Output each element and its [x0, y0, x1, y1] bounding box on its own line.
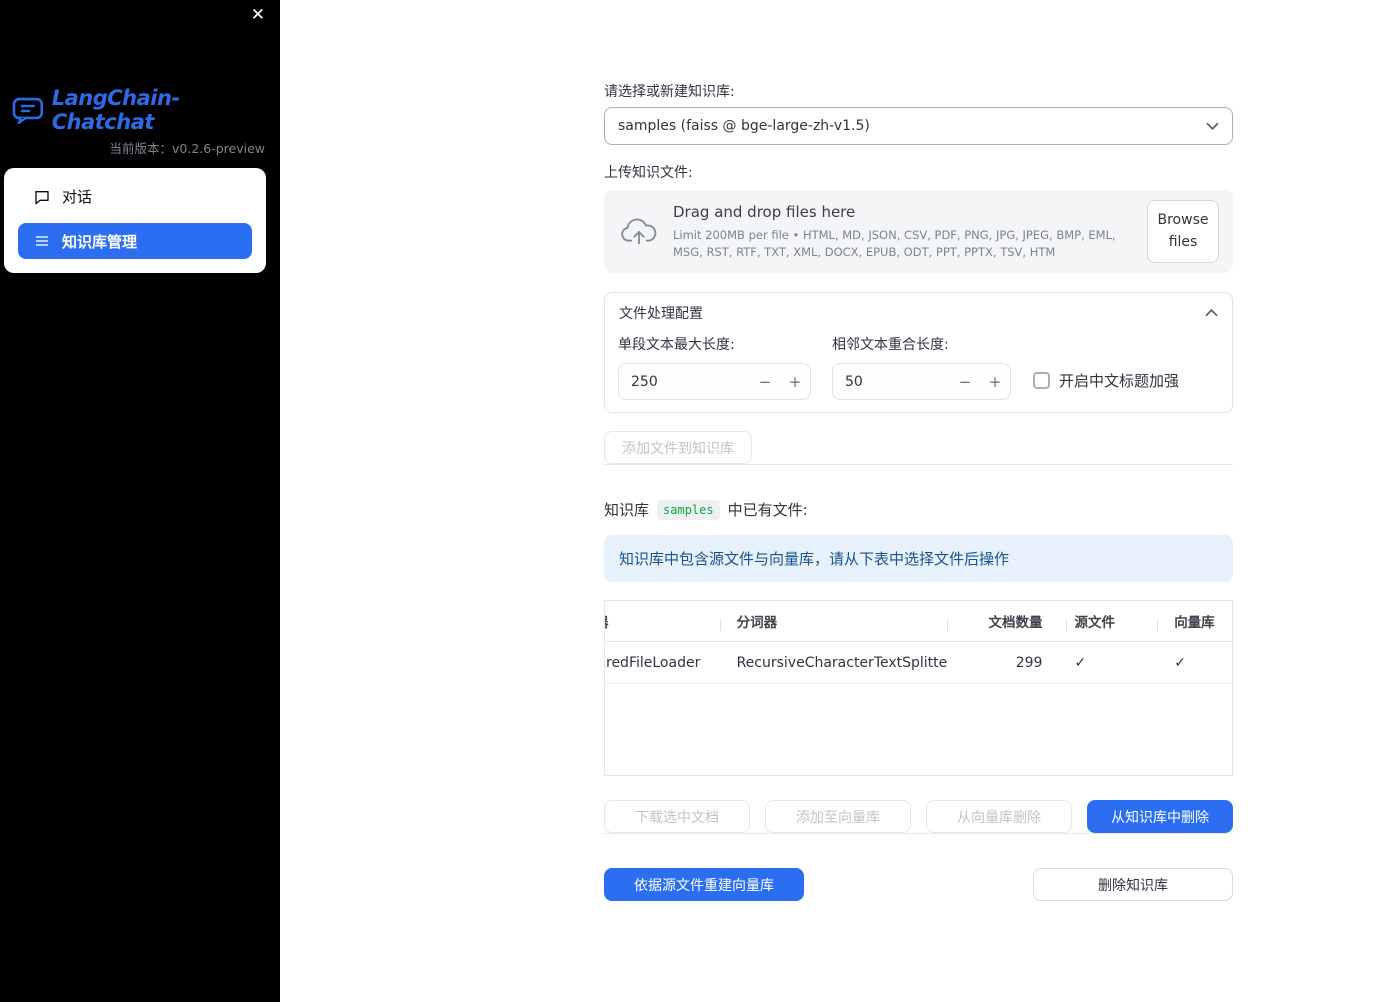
overlap-length-label: 相邻文本重合长度:	[832, 337, 949, 353]
chat-bubble-icon	[34, 189, 50, 205]
zh-title-enhance-checkbox[interactable]: 开启中文标题加强	[1033, 370, 1179, 391]
sidebar-item-label: 对话	[62, 188, 93, 206]
knowledge-base-icon	[34, 233, 50, 249]
overlap-length-group: 相邻文本重合长度: 50 − +	[832, 335, 1011, 400]
expander-title: 文件处理配置	[619, 306, 703, 322]
chevron-down-icon	[1206, 122, 1219, 130]
header-splitter[interactable]: 分词器	[719, 611, 947, 631]
files-table: 器 分词器 文档数量 源文件 向量库 redFileLoader Recursi…	[604, 600, 1233, 776]
cell-doc-count: 299	[1015, 654, 1043, 671]
kb-select-label: 请选择或新建知识库:	[604, 84, 735, 100]
dropzone-title: Drag and drop files here	[673, 202, 856, 221]
kb-bottom-actions: 依据源文件重建向量库 删除知识库	[604, 868, 1233, 901]
file-dropzone[interactable]: Drag and drop files here Limit 200MB per…	[604, 190, 1233, 273]
file-config-expander: 文件处理配置 单段文本最大长度: 250 − + 相邻文本重合长度: 50 − …	[604, 292, 1233, 413]
close-sidebar-icon[interactable]: ✕	[251, 7, 265, 24]
rebuild-vector-store-button[interactable]: 依据源文件重建向量库	[604, 868, 804, 901]
divider	[604, 464, 1233, 465]
delete-from-kb-button[interactable]: 从知识库中删除	[1087, 800, 1233, 833]
download-selected-button[interactable]: 下载选中文档	[604, 800, 750, 833]
overlap-length-stepper[interactable]: 50 − +	[832, 363, 1011, 400]
chevron-up-icon	[1205, 309, 1218, 317]
sidebar-menu: 对话 知识库管理	[4, 168, 266, 273]
file-actions: 下载选中文档 添加至向量库 从向量库删除 从知识库中删除	[604, 800, 1233, 833]
header-vector-store[interactable]: 向量库	[1157, 611, 1232, 631]
sidebar: ✕ LangChain-Chatchat 当前版本：v0.2.6-preview…	[0, 0, 280, 1002]
checkbox-icon[interactable]	[1033, 372, 1050, 389]
kb-select[interactable]: samples (faiss @ bge-large-zh-v1.5)	[604, 107, 1233, 145]
header-doc-count[interactable]: 文档数量	[946, 611, 1067, 631]
header-source-file[interactable]: 源文件	[1066, 611, 1157, 631]
upload-label: 上传知识文件:	[604, 165, 693, 181]
overlap-length-value[interactable]: 50	[833, 374, 950, 390]
cell-vector-store-check: ✓	[1174, 654, 1186, 671]
logo-chat-icon	[12, 97, 44, 124]
max-length-value[interactable]: 250	[619, 374, 750, 390]
max-length-group: 单段文本最大长度: 250 − +	[618, 335, 811, 400]
sidebar-item-dialogue[interactable]: 对话	[18, 178, 252, 215]
minus-button[interactable]: −	[750, 373, 780, 391]
kb-name-code: samples	[657, 499, 720, 520]
sidebar-item-label: 知识库管理	[62, 232, 138, 251]
max-length-stepper[interactable]: 250 − +	[618, 363, 811, 400]
add-to-vector-store-button[interactable]: 添加至向量库	[765, 800, 911, 833]
sidebar-item-kb-management[interactable]: 知识库管理	[18, 223, 252, 259]
expander-body: 单段文本最大长度: 250 − + 相邻文本重合长度: 50 − + 开启中文标…	[605, 333, 1232, 412]
dropzone-text: Drag and drop files here Limit 200MB per…	[673, 203, 1132, 260]
cell-splitter: RecursiveCharacterTextSplitter	[736, 654, 947, 671]
cell-loader: redFileLoader	[606, 654, 701, 671]
cell-source-file-check: ✓	[1074, 654, 1087, 671]
table-row[interactable]: redFileLoader RecursiveCharacterTextSpli…	[605, 642, 1232, 684]
main-area: 请选择或新建知识库: samples (faiss @ bge-large-zh…	[280, 0, 1380, 1002]
kb-select-value: samples (faiss @ bge-large-zh-v1.5)	[618, 118, 870, 134]
info-banner: 知识库中包含源文件与向量库，请从下表中选择文件后操作	[604, 535, 1233, 582]
plus-button[interactable]: +	[980, 373, 1010, 391]
logo-text: LangChain-Chatchat	[51, 86, 180, 134]
app-logo: LangChain-Chatchat	[12, 86, 280, 134]
expander-header[interactable]: 文件处理配置	[605, 293, 1232, 333]
table-header: 器 分词器 文档数量 源文件 向量库	[605, 601, 1232, 642]
minus-button[interactable]: −	[950, 373, 980, 391]
max-length-label: 单段文本最大长度:	[618, 337, 735, 353]
delete-from-vector-store-button[interactable]: 从向量库删除	[926, 800, 1072, 833]
divider	[604, 833, 1233, 834]
kb-files-suffix: 中已有文件:	[727, 501, 808, 519]
kb-files-prefix: 知识库	[604, 501, 650, 519]
delete-kb-button[interactable]: 删除知识库	[1033, 868, 1233, 901]
cloud-upload-icon	[621, 218, 657, 244]
add-files-to-kb-button[interactable]: 添加文件到知识库	[604, 431, 752, 464]
kb-files-heading: 知识库 samples 中已有文件:	[604, 499, 1233, 520]
browse-files-button[interactable]: Browse files	[1147, 199, 1219, 264]
header-loader[interactable]: 器	[605, 611, 720, 631]
version-label: 当前版本：v0.2.6-preview	[109, 141, 265, 156]
dropzone-limits: Limit 200MB per file • HTML, MD, JSON, C…	[673, 227, 1116, 259]
plus-button[interactable]: +	[780, 373, 810, 391]
checkbox-label: 开启中文标题加强	[1059, 372, 1180, 390]
